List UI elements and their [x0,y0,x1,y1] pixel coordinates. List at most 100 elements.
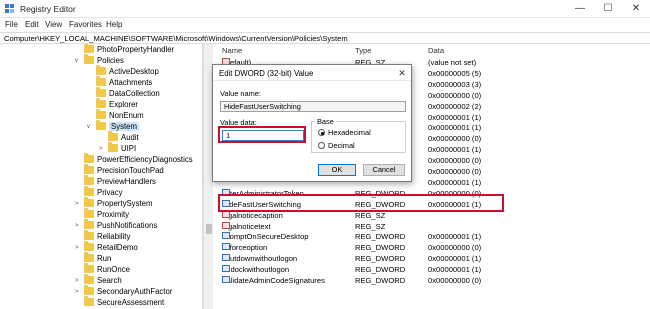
value-row[interactable]: ValidateAdminCodeSignatures REG_DWORD 0x00… [214,276,650,287]
tree-item-label: Policies [97,56,124,65]
value-data: 0x00000001 (1) [428,112,482,122]
value-data: 0x00000001 (1) [428,232,482,242]
value-data: 0x00000001 (1) [428,265,482,275]
close-button[interactable]: ✕ [622,0,650,18]
folder-icon [84,263,94,273]
column-header-data[interactable]: Data [428,46,444,56]
radio-hex-label: Hexadecimal [328,128,371,137]
tree-item-label: PreviewHandlers [97,177,156,186]
folder-icon [108,131,118,141]
tree-item[interactable]: SecureAssessment [84,296,164,309]
folder-icon [96,109,106,119]
maximize-button[interactable]: ☐ [594,0,622,18]
radio-selected-icon [318,129,325,136]
value-name-label: Value name: [220,89,261,98]
folder-icon [84,153,94,163]
radio-hexadecimal[interactable]: Hexadecimal [318,128,371,137]
cancel-button[interactable]: Cancel [363,164,405,176]
menu-edit[interactable]: Edit [25,20,39,29]
column-header-type[interactable]: Type [355,46,371,56]
tree-item-label: Proximity [97,210,130,219]
folder-icon [96,87,106,97]
window-title: Registry Editor [20,4,76,14]
value-data: 0x00000001 (1) [428,145,482,155]
dialog-title-bar: Edit DWORD (32-bit) Value ✕ [213,65,411,81]
value-data: 0x00000000 (0) [428,90,482,100]
value-name: ValidateAdminCodeSignatures [222,276,325,287]
collapsed-chevron-icon[interactable]: > [75,220,79,232]
tree-item-label: System [109,122,139,131]
tree-item-label: Run [97,254,112,263]
folder-icon [96,65,106,75]
folder-icon [84,208,94,218]
menu-help[interactable]: Help [106,20,122,29]
tree-item-label: Reliability [97,232,131,241]
scrollbar-thumb[interactable] [206,224,212,234]
value-data: 0x00000003 (3) [428,79,482,89]
value-name-field[interactable]: HideFastUserSwitching [220,101,406,112]
value-name: shutdownwithoutlogon [222,254,297,265]
menu-view[interactable]: View [45,20,62,29]
folder-icon [84,296,94,306]
value-name: undockwithoutlogon [222,265,289,276]
value-row[interactable]: legalnoticetext REG_SZ [214,221,650,233]
tree-item-label: PowerEfficiencyDiagnostics [97,155,193,164]
dword-value-icon [222,276,230,283]
value-row[interactable]: legalnoticecaption REG_SZ [214,210,650,222]
value-data: 0x00000000 (0) [428,276,482,285]
folder-icon [84,54,94,64]
tree-item-label: ActiveDesktop [109,67,159,76]
tree-item-label: PrecisionTouchPad [97,166,164,175]
tree-item-label: UIPI [121,144,137,153]
value-name-text: ValidateAdminCodeSignatures [222,276,325,285]
address-path[interactable]: Computer\HKEY_LOCAL_MACHINE\SOFTWARE\Mic… [4,34,348,43]
value-row[interactable]: undockwithoutlogon REG_DWORD 0x00000001 (1… [214,265,650,276]
tree-item-label: RunOnce [97,265,130,274]
value-data: 0x00000000 (0) [428,243,482,253]
menu-favorites[interactable]: Favorites [69,20,102,29]
ok-button[interactable]: OK [318,164,356,176]
registry-editor-icon [5,4,14,13]
value-row[interactable]: scforceoption REG_DWORD 0x00000000 (0) [214,243,650,254]
menu-file[interactable]: File [5,20,18,29]
key-tree[interactable]: PhotoPropertyHandler v Policies ActiveDeskt… [0,44,203,309]
folder-icon [84,252,94,262]
tree-item-label: DataCollection [109,89,160,98]
folder-icon [84,186,94,196]
tree-item-label: Attachments [109,78,153,87]
tree-item-label: PhotoPropertyHandler [97,45,175,54]
value-name: scforceoption [222,243,267,254]
folder-icon [84,197,94,207]
collapsed-chevron-icon[interactable]: > [75,242,79,254]
value-name-text: undockwithoutlogon [222,265,290,275]
radio-unselected-icon [318,142,325,149]
folder-icon [84,274,94,284]
dword-value-icon [222,232,230,240]
value-type: REG_DWORD [355,243,406,253]
folder-icon [84,44,94,53]
folder-icon [84,219,94,229]
column-header-name[interactable]: Name [222,46,242,56]
collapsed-chevron-icon[interactable]: > [75,286,79,298]
address-bar[interactable]: Computer\HKEY_LOCAL_MACHINE\SOFTWARE\Mic… [0,32,650,44]
value-data: 0x00000000 (0) [428,134,482,144]
expanded-chevron-icon[interactable]: v [75,55,78,67]
value-type: REG_SZ [355,210,386,220]
tree-item-label: PushNotifications [97,221,158,230]
value-name-text: PromptOnSecureDesktop [222,232,309,242]
dword-value-icon [222,254,230,262]
row-highlight-box [218,194,504,212]
value-row[interactable]: PromptOnSecureDesktop REG_DWORD 0x00000001… [214,232,650,243]
value-row[interactable]: shutdownwithoutlogon REG_DWORD 0x00000001 … [214,254,650,265]
value-name: legalnoticetext [222,221,271,233]
folder-icon [84,164,94,174]
value-data: 0x00000001 (1) [428,254,482,264]
folder-icon [96,98,106,108]
folder-icon [84,230,94,240]
tree-item-label: Search [97,276,122,285]
collapsed-chevron-icon[interactable]: > [75,198,79,210]
radio-decimal[interactable]: Decimal [318,141,355,150]
expanded-chevron-icon[interactable]: v [87,121,90,133]
minimize-button[interactable]: — [566,0,594,18]
dialog-close-button[interactable]: ✕ [393,65,411,81]
